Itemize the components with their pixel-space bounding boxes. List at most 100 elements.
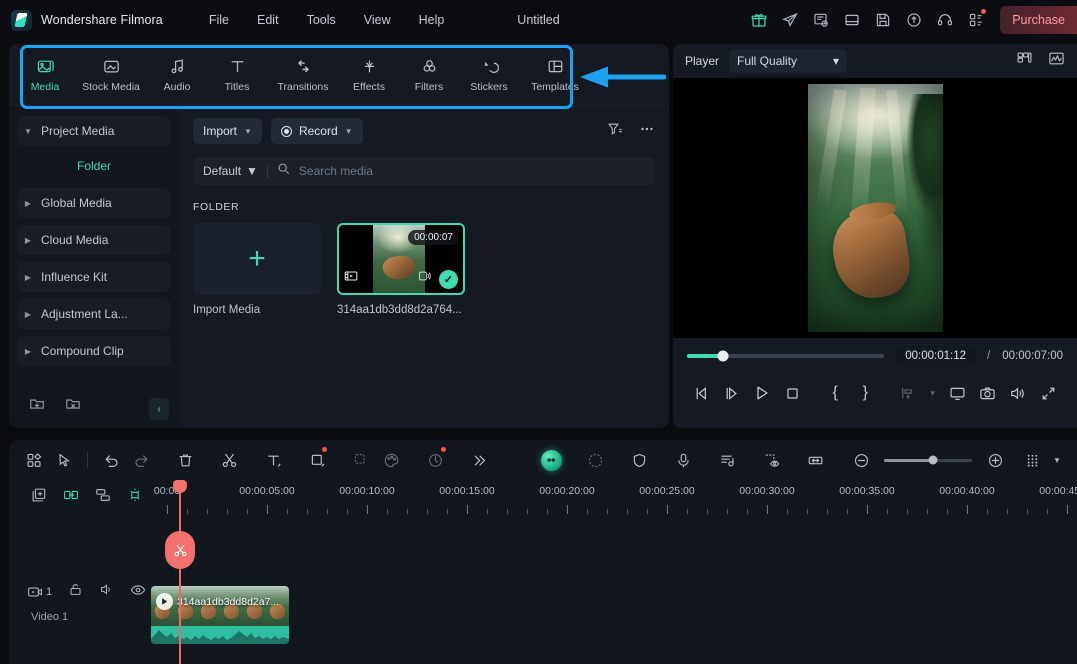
zoom-slider[interactable]: [884, 459, 972, 462]
seek-bar[interactable]: [687, 354, 884, 358]
dots-grid-icon[interactable]: [1017, 446, 1047, 474]
screen-mode-button[interactable]: [942, 378, 972, 408]
ai-ball-icon[interactable]: [536, 446, 566, 474]
filter-icon[interactable]: [607, 121, 623, 142]
zoom-slider-handle[interactable]: [929, 456, 938, 465]
audio-mixer-icon[interactable]: [712, 446, 742, 474]
mark-in-button[interactable]: {: [820, 378, 850, 408]
menu-file[interactable]: File: [195, 7, 243, 33]
current-timecode[interactable]: 00:00:01:12: [896, 346, 975, 366]
track-layout-icon[interactable]: [95, 487, 111, 508]
sidebar-item-project-media[interactable]: ▼ Project Media: [17, 116, 171, 146]
mask-icon[interactable]: [346, 446, 376, 474]
tab-media[interactable]: Media: [15, 48, 75, 102]
link-clips-icon[interactable]: [63, 487, 79, 508]
delete-folder-icon[interactable]: [65, 396, 81, 417]
search-input[interactable]: [299, 164, 645, 178]
zoom-out-button[interactable]: [846, 446, 876, 474]
tab-titles[interactable]: Titles: [207, 48, 267, 102]
more-options-icon[interactable]: [639, 121, 655, 142]
gift-icon[interactable]: [746, 7, 772, 33]
tab-templates[interactable]: Templates: [519, 48, 591, 102]
task-list-icon[interactable]: [808, 7, 834, 33]
layout-icon[interactable]: [839, 7, 865, 33]
menu-help[interactable]: Help: [405, 7, 459, 33]
collapse-panel-icon[interactable]: ‹: [149, 398, 169, 420]
stabilize-shield-icon[interactable]: [624, 446, 654, 474]
microphone-icon[interactable]: [668, 446, 698, 474]
timeline-ruler[interactable]: 00:0000:00:05:0000:00:10:0000:00:15:0000…: [149, 480, 1077, 514]
eye-icon[interactable]: [130, 582, 146, 603]
headset-icon[interactable]: [932, 7, 958, 33]
fit-timeline-icon[interactable]: [800, 446, 830, 474]
ai-audio-icon[interactable]: [420, 446, 450, 474]
tab-filters[interactable]: Filters: [399, 48, 459, 102]
play-button[interactable]: [747, 378, 777, 408]
media-item-video[interactable]: 00:00:07: [337, 223, 465, 316]
add-track-icon[interactable]: [31, 487, 47, 508]
motion-tracking-icon[interactable]: [580, 446, 610, 474]
import-button[interactable]: Import ▼: [193, 118, 262, 144]
save-icon[interactable]: [870, 7, 896, 33]
sort-dropdown[interactable]: Default ▼: [203, 164, 258, 178]
previous-frame-button[interactable]: [687, 378, 717, 408]
text-icon[interactable]: [258, 446, 288, 474]
undo-icon[interactable]: [96, 446, 126, 474]
sidebar-item-cloud-media[interactable]: ▶ Cloud Media: [17, 225, 171, 255]
new-folder-icon[interactable]: [29, 396, 45, 417]
menu-tools[interactable]: Tools: [293, 7, 350, 33]
tab-effects[interactable]: Effects: [339, 48, 399, 102]
split-view-icon[interactable]: [1016, 50, 1033, 72]
scope-waveform-icon[interactable]: [1048, 50, 1065, 72]
next-frame-button[interactable]: [717, 378, 747, 408]
send-icon[interactable]: [777, 7, 803, 33]
more-chevron-icon[interactable]: [464, 446, 494, 474]
menu-edit[interactable]: Edit: [243, 7, 293, 33]
quality-dropdown[interactable]: Full Quality ▾: [729, 49, 847, 73]
tab-stock-media[interactable]: Stock Media: [75, 48, 147, 102]
tab-stickers[interactable]: Stickers: [459, 48, 519, 102]
video-thumbnail[interactable]: 00:00:07: [337, 223, 465, 295]
menu-view[interactable]: View: [350, 7, 405, 33]
volume-button[interactable]: [1003, 378, 1033, 408]
keyframe-eye-icon[interactable]: [756, 446, 786, 474]
mark-out-button[interactable]: }: [850, 378, 880, 408]
stop-button[interactable]: [777, 378, 807, 408]
media-item-import[interactable]: + Import Media: [193, 223, 321, 316]
crop-icon[interactable]: [302, 446, 332, 474]
apps-grid-icon[interactable]: [19, 446, 49, 474]
split-scissors-icon[interactable]: [214, 446, 244, 474]
select-cursor-icon[interactable]: [49, 446, 79, 474]
fullscreen-button[interactable]: [1033, 378, 1063, 408]
delete-icon[interactable]: [170, 446, 200, 474]
sidebar-item-adjustment-layer[interactable]: ▶ Adjustment La...: [17, 299, 171, 329]
snapshot-button[interactable]: [973, 378, 1003, 408]
sidebar-item-global-media[interactable]: ▶ Global Media: [17, 188, 171, 218]
clip-play-icon[interactable]: [156, 593, 173, 610]
lock-icon[interactable]: [68, 582, 83, 602]
redo-icon[interactable]: [126, 446, 156, 474]
cloud-upload-icon[interactable]: [901, 7, 927, 33]
tab-transitions[interactable]: Transitions: [267, 48, 339, 102]
timeline-clip[interactable]: 314aa1db3dd8d2a7...: [151, 586, 289, 644]
zoom-in-button[interactable]: [980, 446, 1010, 474]
mute-icon[interactable]: [99, 582, 114, 602]
purchase-button[interactable]: Purchase: [1000, 6, 1077, 34]
scissors-icon[interactable]: [165, 531, 195, 569]
tab-audio[interactable]: Audio: [147, 48, 207, 102]
preview-stage[interactable]: [673, 78, 1077, 338]
chevron-down-icon[interactable]: ▾: [1047, 446, 1067, 474]
sidebar-item-influence-kit[interactable]: ▶ Influence Kit: [17, 262, 171, 292]
player-controls: 00:00:01:12 / 00:00:07:00: [673, 338, 1077, 428]
apps-grid-icon[interactable]: [963, 7, 989, 33]
seek-handle[interactable]: [717, 351, 728, 362]
import-media-tile[interactable]: +: [193, 223, 321, 295]
sidebar-item-folder[interactable]: Folder: [17, 153, 171, 179]
record-button[interactable]: Record ▼: [271, 118, 363, 144]
marker-icon[interactable]: [127, 487, 143, 508]
color-palette-icon[interactable]: [376, 446, 406, 474]
playhead[interactable]: [179, 480, 181, 664]
add-marker-button[interactable]: [893, 378, 923, 408]
sidebar-item-compound-clip[interactable]: ▶ Compound Clip: [17, 336, 171, 366]
marker-dropdown[interactable]: ▾: [923, 378, 943, 408]
